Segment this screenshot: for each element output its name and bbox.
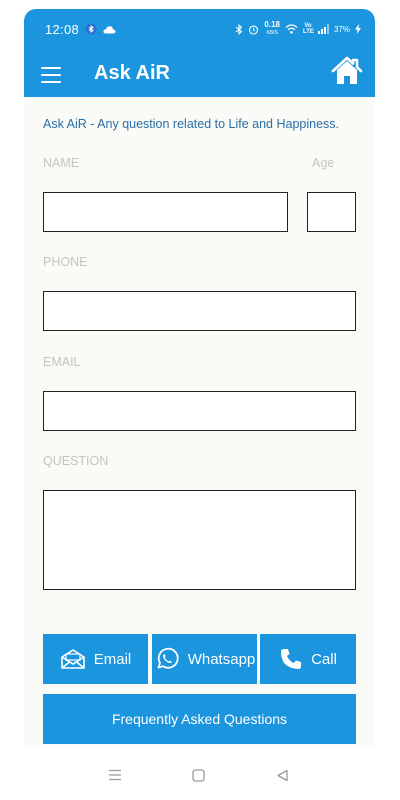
status-bar: 12:08 0.18 KB/S Vo LTE 37%	[24, 9, 375, 51]
envelope-icon	[60, 649, 85, 669]
age-label: Age	[312, 156, 335, 170]
call-button[interactable]: Call	[260, 634, 356, 684]
email-label: EMAIL	[43, 355, 81, 369]
cloud-icon	[103, 25, 116, 33]
status-time: 12:08	[45, 22, 80, 37]
age-input[interactable]	[307, 192, 356, 232]
alarm-clock-icon	[249, 24, 259, 35]
contact-actions: Email Whatsapp Call	[43, 634, 356, 684]
app-bar: Ask AiR	[24, 51, 375, 97]
status-notification-icons	[85, 23, 116, 35]
recent-apps-icon[interactable]	[108, 769, 122, 781]
system-nav-bar	[24, 748, 375, 800]
network-speed-value: 0.18	[264, 20, 280, 29]
form-subtitle: Ask AiR - Any question related to Life a…	[43, 117, 340, 131]
network-speed-unit: KB/S	[266, 30, 278, 36]
phone-input[interactable]	[43, 291, 356, 331]
hamburger-menu-icon[interactable]	[41, 67, 61, 83]
email-button[interactable]: Email	[43, 634, 148, 684]
faq-button[interactable]: Frequently Asked Questions	[43, 694, 356, 744]
phone-label: PHONE	[43, 255, 88, 269]
home-icon[interactable]	[331, 56, 363, 86]
name-input[interactable]	[43, 192, 288, 232]
whatsapp-button[interactable]: Whatsapp	[152, 634, 257, 684]
volte-indicator: Vo LTE	[302, 23, 314, 35]
wifi-icon	[285, 24, 298, 34]
signal-bars-icon	[317, 24, 329, 34]
charging-bolt-icon	[355, 24, 361, 34]
call-button-label: Call	[311, 650, 337, 668]
bluetooth-icon	[236, 23, 243, 35]
email-input[interactable]	[43, 391, 356, 431]
name-label: NAME	[43, 156, 80, 170]
home-nav-icon[interactable]	[192, 769, 205, 782]
whatsapp-icon	[157, 647, 179, 669]
battery-percent: 37%	[333, 24, 350, 34]
app-title: Ask AiR	[94, 62, 170, 84]
vpn-shield-icon	[85, 23, 97, 35]
email-button-label: Email	[93, 650, 132, 668]
phone-handset-icon	[281, 649, 302, 669]
phone-screen: 12:08 0.18 KB/S Vo LTE 37% Ask AiR Ask A…	[24, 9, 375, 800]
network-speed: 0.18 KB/S	[264, 21, 280, 37]
question-textarea[interactable]	[43, 490, 356, 590]
ask-form: Ask AiR - Any question related to Life a…	[24, 97, 375, 748]
back-nav-icon[interactable]	[276, 769, 289, 782]
status-system-icons: 0.18 KB/S Vo LTE 37%	[235, 21, 361, 37]
question-label: QUESTION	[43, 454, 109, 468]
whatsapp-button-label: Whatsapp	[187, 650, 256, 668]
